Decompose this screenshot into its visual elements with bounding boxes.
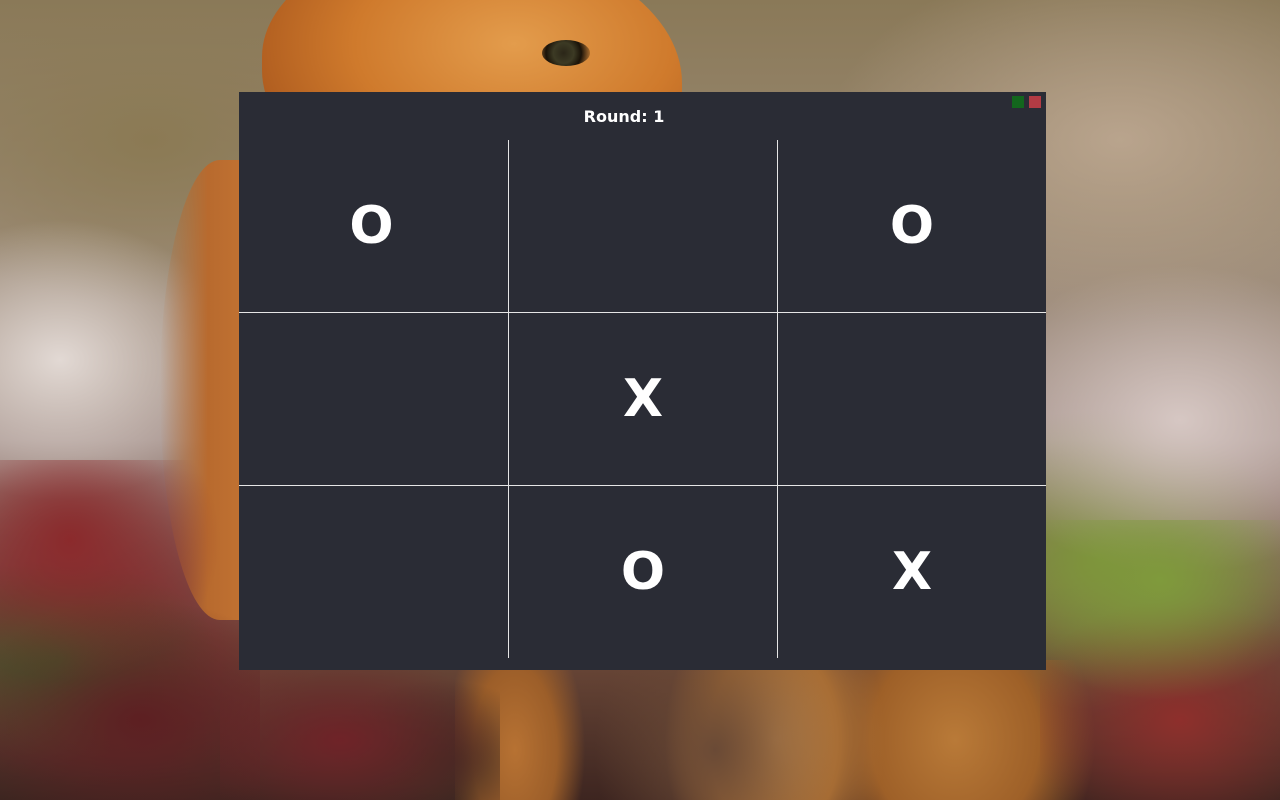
board-cell-1-2[interactable]: [509, 140, 777, 312]
fox-eye-image: [542, 40, 590, 66]
cell-mark: X: [891, 542, 933, 602]
board-cell-2-2[interactable]: X: [509, 313, 777, 485]
grid-divider-vertical: [508, 140, 509, 658]
close-button[interactable]: [1029, 96, 1041, 108]
grid-divider-vertical: [777, 140, 778, 658]
fox-legs-image: [455, 660, 1095, 800]
cell-mark: O: [349, 196, 394, 256]
board-cell-3-3[interactable]: X: [778, 486, 1046, 658]
round-label: Round: 1: [583, 107, 665, 126]
foliage-right-image: [1040, 520, 1280, 800]
cell-mark: O: [620, 542, 666, 602]
board-cell-2-3[interactable]: [778, 313, 1046, 485]
grid-divider-horizontal: [239, 312, 1046, 313]
title-bar[interactable]: Round: 1: [239, 92, 1046, 140]
board-cell-3-2[interactable]: O: [509, 486, 777, 658]
foliage-bottom-image: [220, 660, 500, 800]
board-cell-3-1[interactable]: [239, 486, 508, 658]
cell-mark: O: [889, 196, 935, 256]
game-board: O O X O X: [239, 140, 1046, 658]
grid-divider-horizontal: [239, 485, 1046, 486]
board-cell-2-1[interactable]: [239, 313, 508, 485]
cell-mark: X: [622, 369, 664, 429]
board-cell-1-3[interactable]: O: [778, 140, 1046, 312]
maximize-button[interactable]: [1012, 96, 1024, 108]
board-cell-1-1[interactable]: O: [239, 140, 508, 312]
tic-tac-toe-window: Round: 1 O O X O X: [239, 92, 1046, 670]
